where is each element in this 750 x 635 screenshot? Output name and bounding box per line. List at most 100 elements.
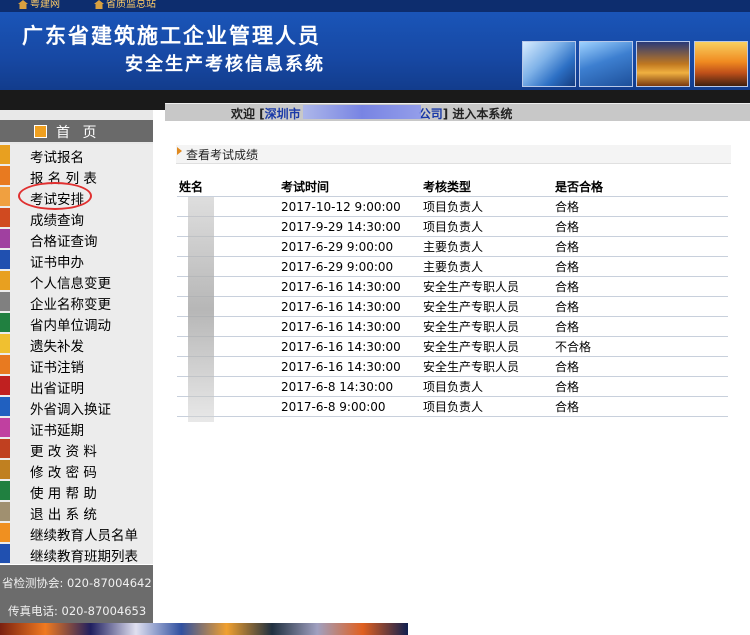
banner-image-city (636, 41, 690, 87)
footer-image-strip (0, 623, 408, 635)
col-passed: 是否合格 (553, 177, 728, 197)
sidebar-item-label: 退 出 系 统 (30, 507, 97, 523)
system-title-line1: 广东省建筑施工企业管理人员 (22, 24, 321, 48)
cell-exam-time: 2017-6-29 9:00:00 (279, 256, 421, 277)
sidebar-item-color-bar (0, 334, 10, 353)
link-label: 粤建网 (30, 0, 60, 10)
link-quality-station[interactable]: 省质监总站 (94, 0, 156, 11)
sidebar-item-color-bar (0, 439, 10, 458)
sidebar-item[interactable]: 考试报名 (0, 144, 153, 166)
redacted-names (188, 197, 214, 422)
home-icon (34, 125, 47, 138)
col-exam-time: 考试时间 (279, 177, 421, 197)
sidebar-item-label: 个人信息变更 (30, 276, 111, 292)
sidebar-item[interactable]: 继续教育班期列表 (0, 543, 153, 565)
cell-type: 项目负责人 (421, 396, 553, 417)
company-name-start: 深圳市 (264, 107, 301, 121)
sidebar-item-color-bar (0, 481, 10, 500)
cell-type: 项目负责人 (421, 376, 553, 397)
sidebar-item[interactable]: 退 出 系 统 (0, 501, 153, 523)
banner-image-bridge (694, 41, 748, 87)
sidebar-item-label: 出省证明 (30, 381, 84, 397)
cell-exam-time: 2017-6-29 9:00:00 (279, 236, 421, 257)
cell-exam-time: 2017-6-16 14:30:00 (279, 316, 421, 337)
cell-exam-time: 2017-9-29 14:30:00 (279, 216, 421, 237)
sidebar-item-label: 省内单位调动 (30, 318, 111, 334)
cell-exam-time: 2017-6-16 14:30:00 (279, 336, 421, 357)
table-row: 2017-6-16 14:30:00 安全生产专职人员 合格 (177, 296, 728, 317)
sidebar-item-color-bar (0, 292, 10, 311)
system-title-line2: 安全生产考核信息系统 (125, 54, 325, 75)
sidebar-item-color-bar (0, 271, 10, 290)
sidebar-item-label: 合格证查询 (30, 234, 98, 250)
table-row: 2017-6-8 14:30:00 项目负责人 合格 (177, 376, 728, 397)
sidebar-item-label: 遗失补发 (30, 339, 84, 355)
col-name: 姓名 (177, 177, 279, 197)
sidebar-item-color-bar (0, 355, 10, 374)
sidebar-item-color-bar (0, 376, 10, 395)
sidebar-item[interactable]: 证书申办 (0, 249, 153, 271)
table-header-row: 姓名 考试时间 考核类型 是否合格 (177, 177, 728, 197)
table-row: 2017-6-16 14:30:00 安全生产专职人员 不合格 (177, 336, 728, 357)
sidebar-item[interactable]: 遗失补发 (0, 333, 153, 355)
cell-passed: 合格 (553, 356, 728, 377)
sidebar-item[interactable]: 继续教育人员名单 (0, 522, 153, 544)
sidebar-item-color-bar (0, 250, 10, 269)
col-type: 考核类型 (421, 177, 553, 197)
table-row: 2017-6-29 9:00:00 主要负责人 合格 (177, 256, 728, 277)
table-row: 2017-6-29 9:00:00 主要负责人 合格 (177, 236, 728, 257)
sidebar-item-label: 考试报名 (30, 150, 84, 166)
header-banner: 广东省建筑施工企业管理人员 安全生产考核信息系统 (0, 12, 750, 90)
house-icon (18, 0, 28, 9)
sidebar-item-color-bar (0, 208, 10, 227)
top-link-bar: 粤建网 省质监总站 (0, 0, 750, 12)
sidebar-item-color-bar (0, 418, 10, 437)
exam-results-table: 姓名 考试时间 考核类型 是否合格 2017-10-12 9:00:00 项目负责… (177, 177, 728, 417)
sidebar-item[interactable]: 合格证查询 (0, 228, 153, 250)
section-title: 查看考试成绩 (186, 148, 259, 162)
sidebar-item-label: 更 改 资 料 (30, 444, 97, 460)
cell-passed: 不合格 (553, 336, 728, 357)
cell-passed: 合格 (553, 296, 728, 317)
link-label: 省质监总站 (106, 0, 156, 10)
sidebar-home[interactable]: 首 页 (0, 120, 153, 142)
cell-passed: 合格 (553, 256, 728, 277)
sidebar-item-label: 证书延期 (30, 423, 84, 439)
section-header: 查看考试成绩 (176, 145, 731, 164)
sidebar-item[interactable]: 个人信息变更 (0, 270, 153, 292)
cell-exam-time: 2017-6-16 14:30:00 (279, 276, 421, 297)
sidebar-item[interactable]: 外省调入换证 (0, 396, 153, 418)
table-row: 2017-6-16 14:30:00 安全生产专职人员 合格 (177, 276, 728, 297)
sidebar-item-color-bar (0, 397, 10, 416)
sidebar-item-color-bar (0, 187, 10, 206)
sidebar-item[interactable]: 使 用 帮 助 (0, 480, 153, 502)
cell-passed: 合格 (553, 216, 728, 237)
cell-type: 安全生产专职人员 (421, 296, 553, 317)
sidebar-item[interactable]: 省内单位调动 (0, 312, 153, 334)
sidebar-item-color-bar (0, 145, 10, 164)
sidebar-item-label: 继续教育班期列表 (30, 549, 138, 565)
sidebar-item-color-bar (0, 460, 10, 479)
contact-fax: 传真电话: 020-87004653 (8, 604, 147, 618)
contact-association-phone: 省检测协会: 020-87004642 (2, 576, 152, 590)
sidebar-item-label: 继续教育人员名单 (30, 528, 138, 544)
cell-type: 安全生产专职人员 (421, 356, 553, 377)
cell-passed: 合格 (553, 396, 728, 417)
sidebar-item[interactable]: 证书注销 (0, 354, 153, 376)
sidebar-item-label: 企业名称变更 (30, 297, 111, 313)
banner-image-construction (579, 41, 633, 87)
sidebar-item-color-bar (0, 544, 10, 563)
company-name-end: 公司 (418, 107, 443, 121)
sidebar-item[interactable]: 修 改 密 码 (0, 459, 153, 481)
sidebar-item[interactable]: 企业名称变更 (0, 291, 153, 313)
sidebar-item[interactable]: 成绩查询 (0, 207, 153, 229)
link-yuejianwang[interactable]: 粤建网 (18, 0, 60, 11)
sidebar-item[interactable]: 出省证明 (0, 375, 153, 397)
arrow-icon (177, 147, 182, 155)
banner-image-computer (522, 41, 576, 87)
cell-passed: 合格 (553, 316, 728, 337)
sidebar-item[interactable]: 更 改 资 料 (0, 438, 153, 460)
sidebar-item[interactable]: 证书延期 (0, 417, 153, 439)
cell-type: 主要负责人 (421, 236, 553, 257)
home-label: 首 页 (56, 125, 101, 141)
